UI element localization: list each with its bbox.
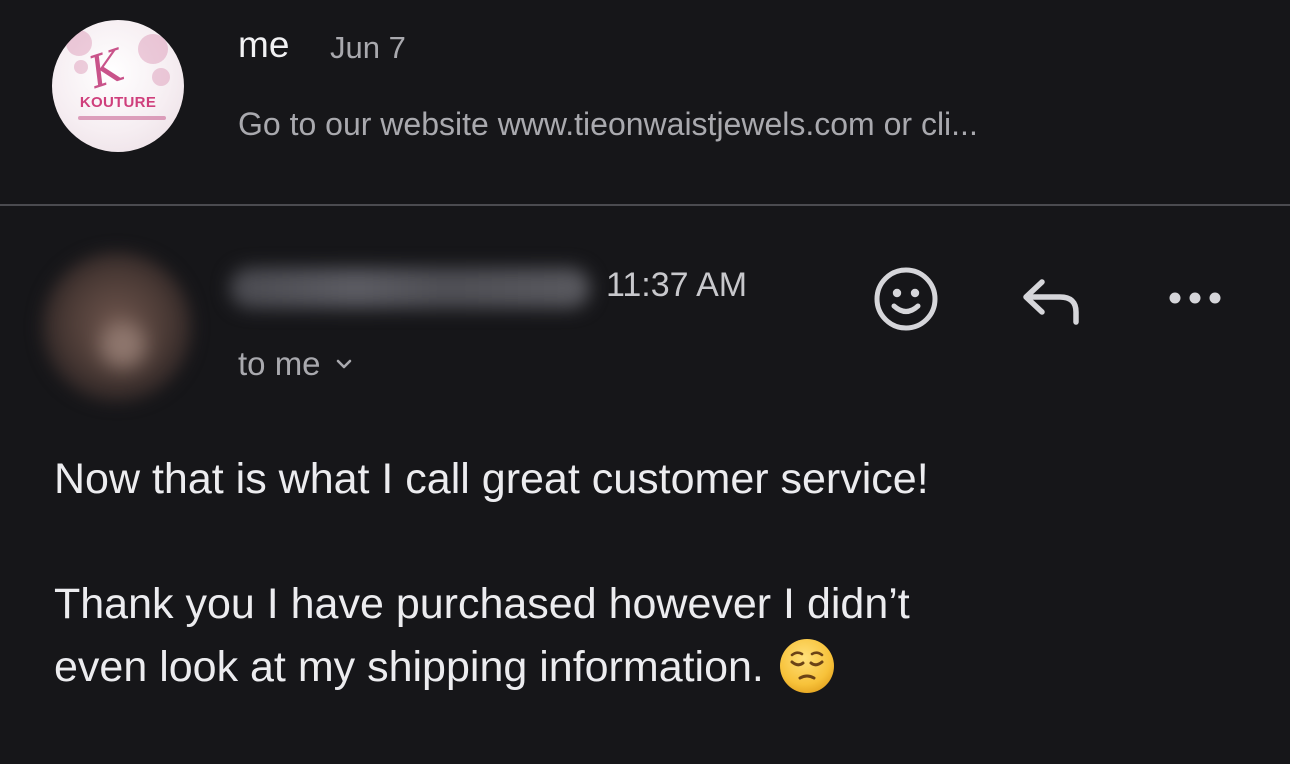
sender-avatar-kouture[interactable]: K KOUTURE [52,20,184,152]
reply-arrow-icon[interactable] [1018,272,1084,330]
more-dots-icon[interactable] [1164,278,1226,318]
body-paragraph-2-line-2: even look at my shipping information. [54,636,1254,699]
body-paragraph-1: Now that is what I call great customer s… [54,455,929,503]
sender-avatar-blurred[interactable] [42,252,192,402]
sender-name-redacted[interactable] [230,268,590,308]
chevron-down-icon [336,359,351,369]
message-divider [0,204,1290,206]
collapsed-date: Jun 7 [330,30,406,65]
smiley-face-icon[interactable] [872,265,940,333]
recipient-label: to me [238,345,321,382]
recipient-details-toggle[interactable]: to me [238,345,355,383]
message-time: 11:37 AM [606,266,748,304]
logo-script-mark: K [82,40,130,99]
pensive-face-emoji [778,637,836,695]
message-body: Now that is what I call great customer s… [54,448,1254,699]
collapsed-snippet[interactable]: Go to our website www.tieonwaistjewels.c… [238,106,978,143]
avatar-brand-text: KOUTURE [79,94,157,111]
body-paragraph-2-line-2-text: even look at my shipping information. [54,643,764,691]
avatar-tagline-bar [78,116,166,120]
collapsed-sender-name[interactable]: me [238,24,289,66]
body-paragraph-2-line-1: Thank you I have purchased however I did… [54,580,910,628]
